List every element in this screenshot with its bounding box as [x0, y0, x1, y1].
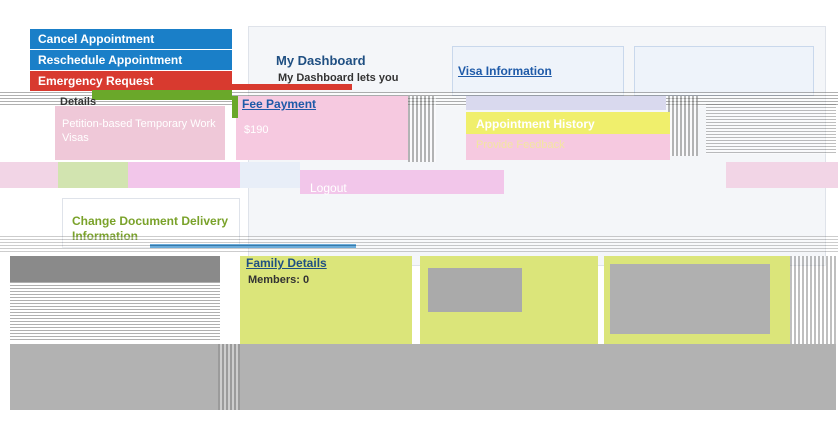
provide-feedback-link[interactable]: Provide Feedback [476, 139, 565, 151]
bottom-glitch-column [218, 344, 240, 410]
reschedule-appointment-button[interactable]: Reschedule Appointment [30, 50, 232, 70]
fee-payment-link[interactable]: Fee Payment [242, 97, 316, 111]
emergency-request-button[interactable]: Emergency Request [30, 71, 232, 91]
family-details-title[interactable]: Family Details [246, 256, 327, 270]
visa-information-link[interactable]: Visa Information [458, 64, 552, 78]
logout-label: Logout [310, 181, 347, 195]
band-left-pink [0, 162, 58, 188]
right-info-box [634, 46, 814, 96]
red-strip [232, 84, 352, 90]
bottom-band [10, 344, 836, 410]
left-status-tile [10, 256, 220, 282]
visa-category-value: Petition-based Temporary Work Visas [62, 118, 216, 144]
green-strip [92, 90, 232, 100]
cancel-appointment-button[interactable]: Cancel Appointment [30, 29, 232, 49]
glitch-column-2 [668, 96, 698, 156]
visa-category-label: Details [60, 96, 97, 108]
appointment-history-label: Appointment History [476, 117, 595, 131]
band-left-green [58, 162, 128, 188]
dashboard-intro: My Dashboard lets you [278, 72, 399, 84]
middle-tile-gray [428, 268, 522, 312]
right-tile-gray [610, 264, 770, 334]
band-mid-blue [240, 162, 300, 188]
band-mid-pink [128, 162, 240, 188]
glitch-band-2 [0, 236, 838, 252]
family-members-label: Members: 0 [248, 274, 310, 286]
band-right-pink [726, 162, 838, 188]
dashboard-title: My Dashboard [276, 53, 366, 68]
right-glitch-block [706, 104, 836, 154]
fee-amount: $190 [244, 124, 269, 136]
menu-top-tile [466, 96, 666, 110]
fee-tile-green-edge [232, 96, 238, 118]
glitch-column-1 [408, 96, 436, 162]
left-glitch-lines [10, 282, 220, 342]
